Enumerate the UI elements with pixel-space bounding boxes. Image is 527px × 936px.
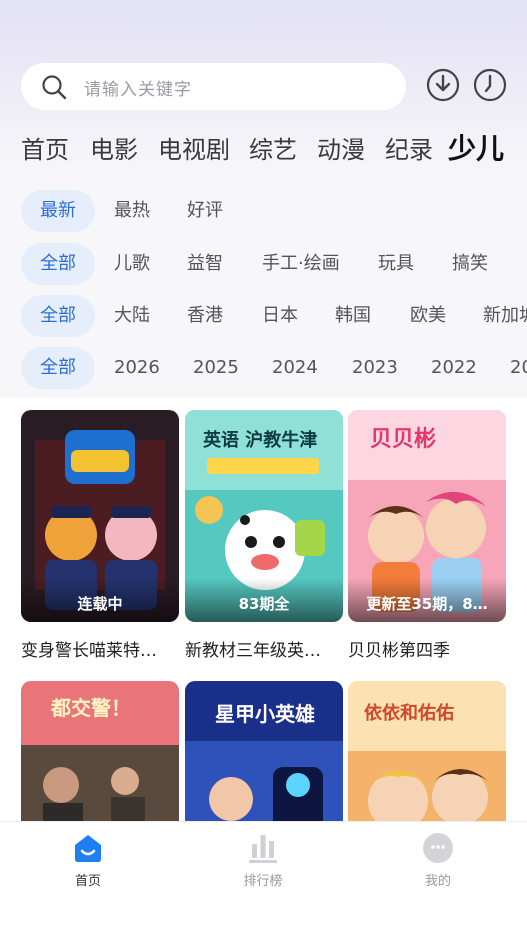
nav-home[interactable]: 首页 — [48, 832, 128, 889]
filter-chip[interactable]: 全部 — [21, 243, 95, 285]
nav-ranking[interactable]: 排行榜 — [223, 832, 303, 889]
search-icon — [42, 75, 67, 100]
episode-badge: 更新至35期，8… — [366, 595, 488, 613]
poster-title-text: 都交警！ — [50, 696, 131, 720]
category-tabs: 首页 电影 电视剧 综艺 动漫 纪录 少儿 — [21, 130, 527, 172]
filter-chip[interactable]: 2025 — [193, 347, 239, 389]
filter-chip[interactable]: 玩具 — [378, 243, 414, 285]
video-title: 新教材三年级英… — [185, 641, 321, 661]
nav-label: 我的 — [424, 874, 451, 889]
poster-image: 英语 沪教牛津 83期全 — [185, 410, 343, 622]
filter-chip[interactable]: 最热 — [114, 190, 150, 232]
poster-title-text: 依依和佑佑 — [364, 702, 454, 724]
home-icon — [75, 835, 101, 862]
episode-badge: 83期全 — [238, 595, 290, 613]
filter-chip[interactable]: 好评 — [187, 190, 223, 232]
video-title: 变身警长喵莱特… — [21, 641, 157, 661]
filter-chip[interactable]: 益智 — [187, 243, 223, 285]
nav-profile[interactable]: 我的 — [398, 832, 478, 889]
filter-chip[interactable]: 新加坡 — [483, 295, 527, 337]
filter-chip[interactable]: 2021 — [510, 347, 527, 389]
filter-row-sort: 最新 最热 好评 — [21, 190, 527, 232]
video-title: 贝贝彬第四季 — [348, 641, 450, 661]
filter-chip[interactable]: 2023 — [352, 347, 398, 389]
filter-chip[interactable]: 2022 — [431, 347, 477, 389]
ranking-icon — [249, 835, 277, 863]
poster-title-text: 英语 沪教牛津 — [202, 429, 317, 451]
filter-chip[interactable]: 欧美 — [410, 295, 446, 337]
poster-title-text: 星甲小英雄 — [215, 702, 315, 726]
filter-chip[interactable]: 全部 — [21, 295, 95, 337]
filter-row-region: 全部 大陆 香港 日本 韩国 欧美 新加坡 — [21, 295, 527, 337]
tab-anime[interactable]: 动漫 — [317, 130, 365, 165]
tab-tv-series[interactable]: 电视剧 — [158, 130, 230, 165]
filter-chip[interactable]: 最新 — [21, 190, 95, 232]
filter-chip[interactable]: 大陆 — [114, 295, 150, 337]
poster-image: 贝贝彬 更新至35期，8… — [348, 410, 506, 622]
download-icon[interactable] — [426, 68, 460, 102]
filter-row-genre: 全部 儿歌 益智 手工·绘画 玩具 搞笑 — [21, 243, 527, 285]
filter-row-year: 全部 2026 2025 2024 2023 2022 2021 — [21, 347, 527, 389]
tab-movies[interactable]: 电影 — [90, 130, 138, 165]
filter-chip[interactable]: 韩国 — [335, 295, 371, 337]
filter-chip[interactable]: 2024 — [272, 347, 318, 389]
filter-chip[interactable]: 手工·绘画 — [262, 243, 340, 285]
filter-chip[interactable]: 儿歌 — [114, 243, 150, 285]
tab-documentary[interactable]: 纪录 — [385, 130, 433, 165]
bottom-navigation: 首页 排行榜 我的 — [0, 821, 527, 936]
filter-chip[interactable]: 2026 — [114, 347, 160, 389]
tab-kids[interactable]: 少儿 — [448, 127, 504, 167]
tab-variety[interactable]: 综艺 — [249, 130, 297, 165]
history-clock-icon[interactable] — [473, 68, 507, 102]
search-bar: 请输入关键字 — [21, 63, 511, 111]
nav-label: 排行榜 — [243, 874, 283, 889]
poster-title-text: 贝贝彬 — [370, 427, 436, 452]
filter-chip[interactable]: 搞笑 — [452, 243, 488, 285]
tab-home[interactable]: 首页 — [21, 130, 69, 165]
filter-panel: 最新 最热 好评 全部 儿歌 益智 手工·绘画 玩具 搞笑 全部 大陆 香港 日… — [0, 188, 527, 398]
filter-chip[interactable]: 日本 — [262, 295, 298, 337]
poster-image: 连载中 — [21, 410, 179, 622]
filter-chip[interactable]: 全部 — [21, 347, 95, 389]
nav-label: 首页 — [74, 874, 101, 889]
episode-badge: 连载中 — [77, 595, 123, 613]
search-placeholder: 请输入关键字 — [84, 80, 192, 100]
search-input[interactable]: 请输入关键字 — [21, 63, 406, 110]
profile-icon — [423, 833, 453, 863]
filter-chip[interactable]: 香港 — [187, 295, 223, 337]
